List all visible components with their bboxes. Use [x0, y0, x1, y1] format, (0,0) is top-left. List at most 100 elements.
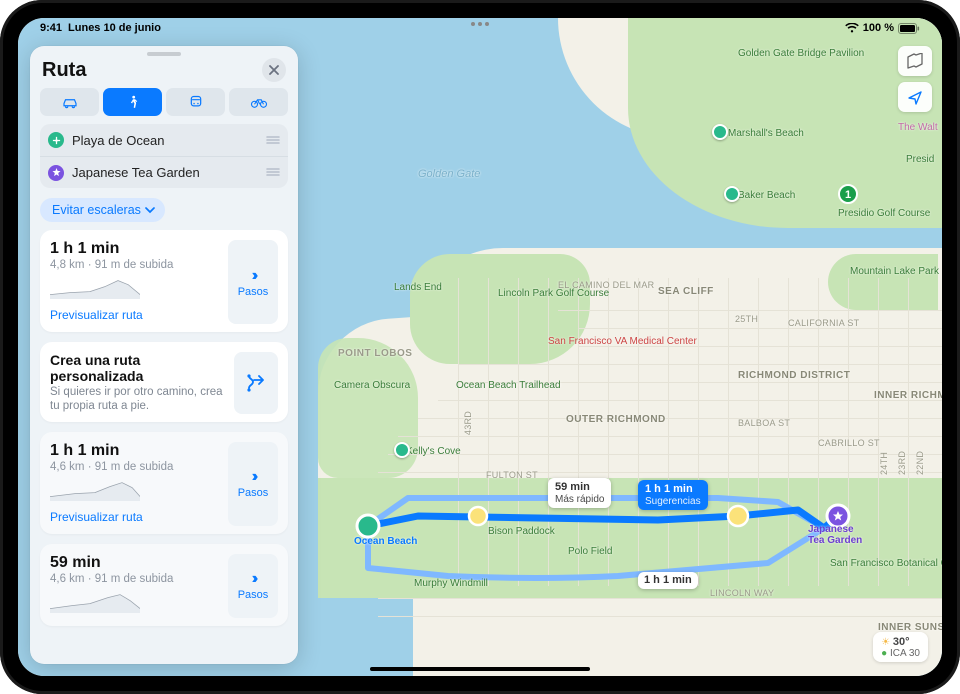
steps-button[interactable]: ›› Pasos [228, 240, 278, 324]
elevation-chart-icon [50, 589, 140, 613]
route-card-1[interactable]: 1 h 1 min 4,6 km · 91 m de subida Previs… [40, 432, 288, 534]
poi-pin-marshalls[interactable] [712, 124, 728, 140]
mode-cycling[interactable] [229, 88, 288, 116]
status-date: Lunes 10 de junio [68, 22, 161, 34]
poi-gg-pavilion: Golden Gate Bridge Pavilion [738, 48, 864, 59]
walk-icon [124, 95, 142, 109]
destination-icon [48, 165, 64, 181]
street-fulton: FULTON ST [486, 470, 538, 480]
map-mode-button[interactable] [898, 46, 932, 76]
mode-transit[interactable] [166, 88, 225, 116]
steps-label: Pasos [238, 286, 269, 298]
poi-mountain-lake: Mountain Lake Park [850, 266, 939, 277]
poi-marshalls: Marshall's Beach [728, 128, 804, 139]
poi-presid: Presid [906, 154, 934, 165]
destination-poi-label: Japanese Tea Garden [808, 524, 862, 546]
route-badge-suggested-time: 1 h 1 min [645, 483, 701, 496]
route-badge-suggested[interactable]: 1 h 1 min Sugerencias [638, 480, 708, 510]
stop-origin-name: Playa de Ocean [72, 133, 258, 148]
elevation-chart-icon [50, 477, 140, 501]
street-balboa: BALBOA ST [738, 418, 790, 428]
poi-pin-baker[interactable] [724, 186, 740, 202]
street-43rd: 43RD [463, 411, 473, 435]
directions-panel: Ruta [30, 46, 298, 664]
preview-route-link[interactable]: Previsualizar ruta [50, 510, 143, 524]
bike-icon [250, 95, 268, 109]
custom-route-action[interactable] [234, 352, 278, 414]
route-badge-suggested-sub: Sugerencias [645, 496, 701, 508]
close-icon [269, 65, 279, 75]
route-list[interactable]: 1 h 1 min 4,8 km · 91 m de subida Previs… [30, 230, 298, 664]
mode-driving[interactable] [40, 88, 99, 116]
poi-pin-kellys[interactable] [394, 442, 410, 458]
stop-destination-row[interactable]: Japanese Tea Garden [40, 156, 288, 188]
district-seacliff: SEA CLIFF [658, 286, 714, 297]
route-badge-alt[interactable]: 1 h 1 min [638, 572, 698, 589]
car-icon [61, 95, 79, 109]
origin-icon [48, 132, 64, 148]
home-indicator[interactable] [370, 667, 590, 671]
status-bar: 9:41 Lunes 10 de junio 100 % [18, 18, 942, 38]
route-card-0[interactable]: 1 h 1 min 4,8 km · 91 m de subida Previs… [40, 230, 288, 332]
route-2-meta: 4,6 km · 91 m de subida [50, 573, 220, 585]
street-california: CALIFORNIA ST [788, 318, 859, 328]
weather-temp: 30° [893, 636, 910, 648]
route-stops: Playa de Ocean Japanese Tea Garden [40, 124, 288, 188]
poi-lands-end: Lands End [394, 282, 442, 293]
street-23rd: 23RD [897, 451, 907, 475]
reorder-handle-icon[interactable] [266, 165, 280, 180]
svg-text:1: 1 [845, 189, 851, 201]
screen: 9:41 Lunes 10 de junio 100 % [18, 18, 942, 676]
poi-ob-trailhead: Ocean Beach Trailhead [456, 380, 528, 391]
chevrons-right-icon: ›› [252, 267, 255, 285]
avoid-options-label: Evitar escaleras [52, 203, 141, 217]
water-label: Golden Gate [418, 168, 480, 180]
poi-camera-obscura: Camera Obscura [334, 380, 410, 391]
panel-title: Ruta [42, 59, 262, 82]
route-badge-fastest-sub: Más rápido [555, 494, 604, 506]
panel-grabber[interactable] [147, 52, 181, 56]
mode-walking[interactable] [103, 88, 162, 116]
poi-va-medical: San Francisco VA Medical Center [548, 336, 656, 347]
avoid-options-chip[interactable]: Evitar escaleras [40, 198, 165, 222]
route-1-meta: 4,6 km · 91 m de subida [50, 461, 220, 473]
device-frame: 9:41 Lunes 10 de junio 100 % [0, 0, 960, 694]
street-24th: 24TH [879, 452, 889, 475]
route-0-meta: 4,8 km · 91 m de subida [50, 259, 220, 271]
route-badge-fastest[interactable]: 59 min Más rápido [548, 478, 611, 508]
street-camino: EL CAMINO DEL MAR [558, 280, 654, 290]
map-controls [898, 46, 932, 112]
poi-bison: Bison Paddock [488, 526, 555, 537]
weather-chip[interactable]: ☀︎ 30° ● ICA 30 [873, 632, 928, 662]
poi-botanical: San Francisco Botanical Garden [830, 558, 920, 569]
custom-route-title: Crea una ruta personalizada [50, 352, 226, 384]
stop-destination-name: Japanese Tea Garden [72, 165, 258, 180]
steps-label: Pasos [238, 487, 269, 499]
elevation-chart-icon [50, 275, 140, 299]
street-22nd: 22ND [915, 451, 925, 475]
route-badge-fastest-time: 59 min [555, 481, 604, 494]
close-button[interactable] [262, 58, 286, 82]
preview-route-link[interactable]: Previsualizar ruta [50, 308, 143, 322]
street-lincoln: LINCOLN WAY [710, 588, 774, 598]
locate-me-button[interactable] [898, 82, 932, 112]
transport-mode-segmented [30, 88, 298, 124]
reorder-handle-icon[interactable] [266, 133, 280, 148]
steps-button[interactable]: ›› Pasos [228, 554, 278, 618]
steps-label: Pasos [238, 589, 269, 601]
route-card-2[interactable]: 59 min 4,6 km · 91 m de subida ›› Pasos [40, 544, 288, 626]
steps-button[interactable]: ›› Pasos [228, 442, 278, 526]
multitask-indicator[interactable] [471, 22, 489, 26]
route-0-duration: 1 h 1 min [50, 240, 220, 258]
stop-origin-row[interactable]: Playa de Ocean [40, 124, 288, 156]
custom-route-desc: Si quieres ir por otro camino, crea tu p… [50, 385, 226, 414]
poi-presidio-golf: Presidio Golf Course [838, 208, 930, 219]
battery-icon [898, 23, 920, 34]
district-richmond: RICHMOND DISTRICT [738, 370, 818, 381]
poi-baker: Baker Beach [738, 190, 795, 201]
wifi-icon [845, 23, 859, 33]
custom-route-card[interactable]: Crea una ruta personalizada Si quieres i… [40, 342, 288, 422]
chevrons-right-icon: ›› [252, 468, 255, 486]
poi-murphy: Murphy Windmill [414, 578, 488, 589]
status-time: 9:41 [40, 22, 62, 34]
